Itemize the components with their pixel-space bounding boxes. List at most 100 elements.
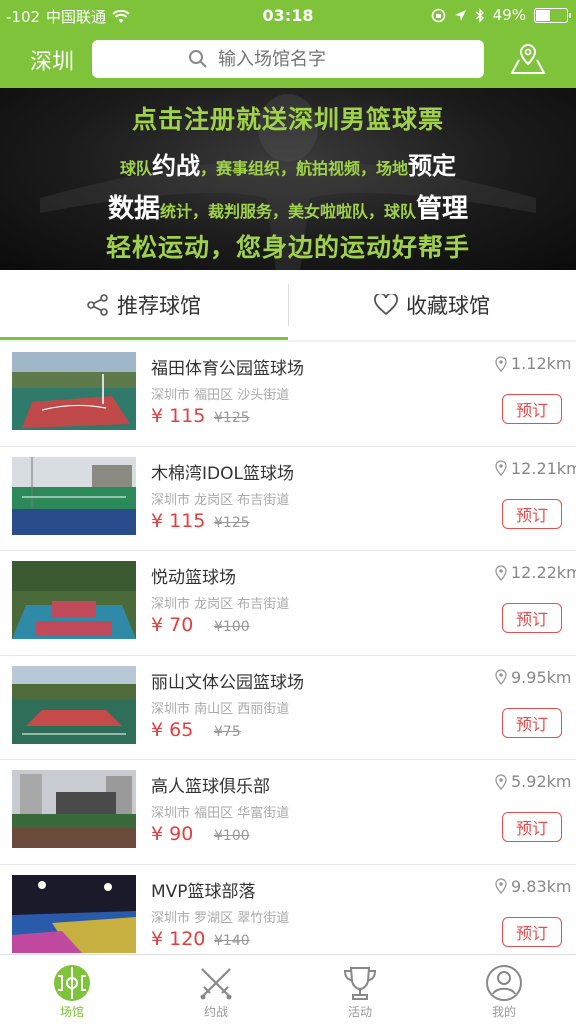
venue-address: 深圳市 罗湖区 翠竹街道 <box>151 910 290 926</box>
banner-highlight: 预定 <box>408 152 457 180</box>
book-button[interactable]: 预订 <box>502 916 562 947</box>
book-button[interactable]: 预订 <box>502 707 562 738</box>
nav-label: 约战 <box>203 1005 228 1019</box>
venue-original-price: ¥140 <box>214 932 250 949</box>
distance-text: 5.92km <box>511 772 572 791</box>
tab-recommended[interactable]: 推荐球馆 <box>0 270 288 340</box>
nav-activities[interactable]: 活动 <box>288 955 432 1024</box>
venue-photo <box>12 874 136 953</box>
venue-distance: 12.21km <box>495 459 576 478</box>
rotation-lock-icon <box>431 8 445 22</box>
location-arrow-icon <box>454 9 466 21</box>
venue-item[interactable]: 高人篮球俱乐部 深圳市 福田区 华富街道 ¥ 90 ¥100 5.92km 预订 <box>0 760 576 865</box>
banner-highlight: 管理 <box>416 194 469 224</box>
venue-name: 木棉湾IDOL篮球场 <box>151 463 294 484</box>
venue-distance: 5.92km <box>495 772 571 791</box>
search-bar[interactable] <box>92 40 484 78</box>
tab-label: 收藏球馆 <box>406 294 490 318</box>
nav-label: 场馆 <box>59 1005 84 1019</box>
venue-distance: 12.22km <box>495 563 576 582</box>
venue-price: ¥ 115 <box>151 405 206 427</box>
venue-item[interactable]: 悦动篮球场 深圳市 龙岗区 布吉街道 ¥ 70 ¥100 12.22km 预订 <box>0 551 576 656</box>
distance-text: 12.22km <box>511 563 576 582</box>
venue-distance: 9.83km <box>495 877 571 896</box>
venue-photo <box>12 665 136 744</box>
venue-original-price: ¥75 <box>214 723 241 740</box>
venue-name: MVP篮球部落 <box>151 881 256 902</box>
tab-label: 推荐球馆 <box>117 294 201 318</box>
venue-price: ¥ 65 <box>151 718 194 741</box>
distance-text: 12.21km <box>511 458 576 478</box>
heart-icon <box>374 294 398 316</box>
trophy-icon <box>343 967 377 1000</box>
venue-photo <box>12 456 136 535</box>
banner-text: 球队 <box>119 159 152 178</box>
venue-item[interactable]: 木棉湾IDOL篮球场 深圳市 龙岗区 布吉街道 ¥ 115 ¥125 12.21… <box>0 447 576 551</box>
venue-original-price: ¥100 <box>214 828 250 844</box>
promo-banner[interactable]: 点击注册就送深圳男篮球票 球队约战，赛事组织，航拍视频，场地预定 数据统计，裁判… <box>0 88 576 270</box>
court-icon <box>54 965 90 1001</box>
distance-text: 9.83km <box>511 876 572 896</box>
distance-text: 9.95km <box>511 667 572 687</box>
venue-price: ¥ 115 <box>151 509 206 532</box>
search-icon <box>189 50 207 68</box>
book-button[interactable]: 预订 <box>502 394 562 424</box>
book-button[interactable]: 预订 <box>502 603 562 633</box>
venue-name: 高人篮球俱乐部 <box>151 777 270 797</box>
venue-photo <box>12 352 136 430</box>
tab-favorites[interactable]: 收藏球馆 <box>288 270 576 340</box>
venue-name: 福田体育公园篮球场 <box>151 359 304 379</box>
banner-text: ，赛事组织，航拍视频，场地 <box>200 159 409 178</box>
battery-percent: 49% <box>492 6 526 24</box>
banner-line-3: 数据统计，裁判服务，美女啦啦队，球队管理 <box>0 188 576 225</box>
bottom-nav: 场馆 约战 活动 我的 <box>0 954 576 1024</box>
tab-divider <box>288 284 289 326</box>
banner-highlight: 数据 <box>107 194 160 224</box>
venue-name: 丽山文体公园篮球场 <box>151 672 304 693</box>
city-selector[interactable]: 深圳 <box>30 44 74 76</box>
crossed-swords-icon <box>200 968 232 1000</box>
book-button[interactable]: 预订 <box>502 812 562 842</box>
battery-level <box>536 9 551 21</box>
venue-list: 福田体育公园篮球场 深圳市 福田区 沙头街道 ¥ 115 ¥125 1.12km… <box>0 342 576 969</box>
status-right: 49% <box>431 6 571 24</box>
venue-price: ¥ 120 <box>151 927 206 950</box>
venue-photo <box>12 770 136 848</box>
venue-distance: 9.95km <box>495 668 571 687</box>
distance-text: 1.12km <box>511 354 572 373</box>
venue-address: 深圳市 南山区 西丽街道 <box>151 701 290 717</box>
banner-highlight: 约战 <box>152 152 200 180</box>
venue-price: ¥ 70 <box>151 614 194 636</box>
location-pin-icon <box>495 773 507 790</box>
location-pin-icon <box>495 355 507 372</box>
share-icon <box>87 294 108 316</box>
venue-photo <box>12 561 136 639</box>
venue-address: 深圳市 福田区 沙头街道 <box>151 388 290 403</box>
venue-original-price: ¥125 <box>214 514 250 531</box>
venue-original-price: ¥125 <box>214 410 250 426</box>
book-button[interactable]: 预订 <box>502 498 562 529</box>
venue-distance: 1.12km <box>495 354 571 373</box>
venue-item[interactable]: 福田体育公园篮球场 深圳市 福田区 沙头街道 ¥ 115 ¥125 1.12km… <box>0 342 576 447</box>
bluetooth-icon <box>475 7 484 23</box>
banner-line-4: 轻松运动，您身边的运动好帮手 <box>105 233 470 262</box>
location-pin-icon <box>495 564 507 581</box>
venue-address: 深圳市 龙岗区 布吉街道 <box>151 597 290 612</box>
venue-original-price: ¥100 <box>214 619 250 635</box>
nav-challenge[interactable]: 约战 <box>144 955 288 1024</box>
nav-venues[interactable]: 场馆 <box>0 955 144 1024</box>
location-pin-icon <box>495 669 507 685</box>
top-header: 深圳 <box>0 32 576 88</box>
status-bar: -102 中国联通 03:18 49% <box>0 0 576 32</box>
map-location-icon[interactable] <box>508 42 548 76</box>
venue-address: 深圳市 龙岗区 布吉街道 <box>151 492 290 508</box>
search-input[interactable] <box>218 48 388 70</box>
user-icon <box>486 965 522 1001</box>
banner-line-2: 球队约战，赛事组织，航拍视频，场地预定 <box>0 146 576 181</box>
location-pin-icon <box>495 878 507 894</box>
venue-item[interactable]: 丽山文体公园篮球场 深圳市 南山区 西丽街道 ¥ 65 ¥75 9.95km 预… <box>0 656 576 760</box>
battery-icon <box>534 7 571 23</box>
nav-profile[interactable]: 我的 <box>432 955 576 1024</box>
venue-address: 深圳市 福田区 华富街道 <box>151 806 290 821</box>
nav-label: 活动 <box>347 1005 372 1019</box>
